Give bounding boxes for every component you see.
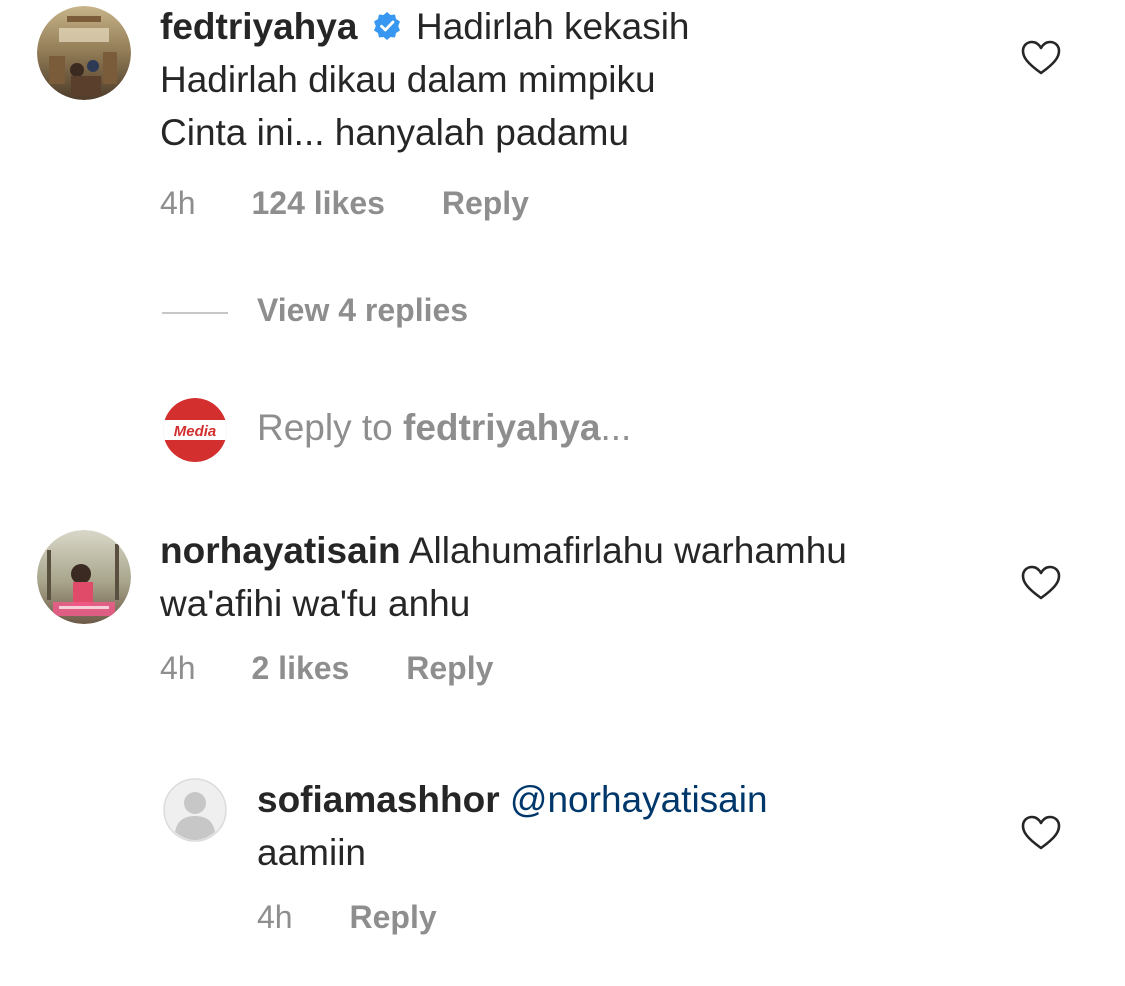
view-replies-divider — [162, 312, 228, 314]
comment-username[interactable]: norhayatisain — [160, 530, 401, 571]
like-heart-icon[interactable] — [1021, 565, 1061, 601]
avatar-media: Media — [163, 398, 227, 462]
like-heart-icon[interactable] — [1021, 40, 1061, 76]
avatar-fedtriyahya[interactable] — [37, 6, 131, 100]
reply-mention[interactable]: @norhayatisain — [510, 779, 768, 820]
reply-time: 4h — [257, 899, 293, 935]
reply-line: aamiin — [257, 832, 366, 873]
comment-line: Hadirlah kekasih — [415, 6, 690, 47]
reply-meta: 4h Reply — [257, 899, 437, 936]
comment-line: Cinta ini... hanyalah padamu — [160, 112, 629, 153]
reply-body: sofiamashhor @norhayatisain aamiin — [257, 773, 768, 879]
avatar-sofiamashhor[interactable] — [163, 778, 227, 842]
comment-meta: 4h 2 likes Reply — [160, 650, 493, 687]
comment-time: 4h — [160, 185, 196, 221]
comment-line: Allahumafirlahu warhamhu — [408, 530, 847, 571]
verified-badge-icon — [372, 2, 402, 40]
like-heart-icon[interactable] — [1021, 815, 1061, 851]
reply-input-ellipsis: ... — [600, 407, 632, 448]
reply-username[interactable]: sofiamashhor — [257, 779, 500, 820]
view-replies-button[interactable]: View 4 replies — [257, 292, 468, 329]
reply-input-username: fedtriyahya — [403, 407, 601, 448]
comment-line: wa'afihi wa'fu anhu — [160, 583, 471, 624]
reply-input[interactable]: Reply to fedtriyahya... — [257, 407, 631, 449]
comment-time: 4h — [160, 650, 196, 686]
reply-button[interactable]: Reply — [406, 650, 493, 686]
comment-username[interactable]: fedtriyahya — [160, 6, 357, 47]
comment-meta: 4h 124 likes Reply — [160, 185, 529, 222]
comment-likes[interactable]: 124 likes — [251, 185, 384, 221]
comment-body: fedtriyahya Hadirlah kekasih Hadirlah di… — [160, 0, 690, 159]
media-logo-text: Media — [174, 423, 217, 440]
reply-input-prefix: Reply to — [257, 407, 404, 448]
comment-body: norhayatisain Allahumafirlahu warhamhu w… — [160, 524, 847, 630]
reply-button[interactable]: Reply — [349, 899, 436, 935]
comment-line: Hadirlah dikau dalam mimpiku — [160, 59, 656, 100]
comment-likes[interactable]: 2 likes — [251, 650, 349, 686]
reply-button[interactable]: Reply — [442, 185, 529, 221]
avatar-norhayatisain[interactable] — [37, 530, 131, 624]
